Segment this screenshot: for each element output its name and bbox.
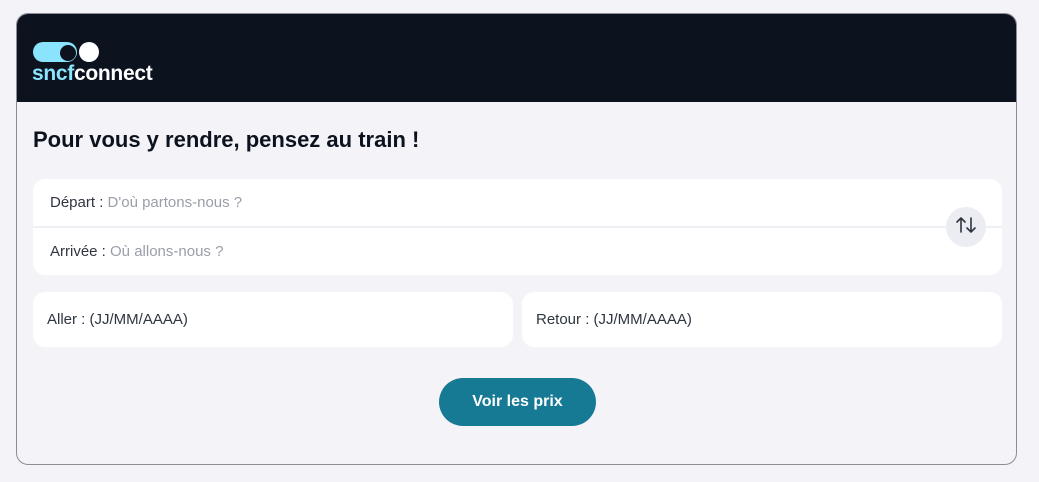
swap-arrows-icon: [955, 216, 977, 239]
destination-label: Arrivée :: [50, 243, 111, 260]
destination-placeholder: Où allons-nous ?: [110, 243, 224, 260]
logo-wordmark: sncfconnect: [32, 61, 153, 87]
sncf-connect-logo[interactable]: sncfconnect: [32, 41, 172, 87]
see-prices-button[interactable]: Voir les prix: [439, 378, 596, 426]
logo-wordmark-sncf: sncf: [32, 62, 74, 85]
origin-placeholder: D'où partons-nous ?: [107, 194, 243, 211]
logo-toggle-knob: [60, 45, 76, 61]
logo-wordmark-connect: connect: [73, 62, 153, 85]
booking-widget: sncfconnect Pour vous y rendre, pensez a…: [16, 13, 1017, 465]
swap-button[interactable]: [946, 207, 986, 247]
return-date-label: Retour : (JJ/MM/AAAA): [536, 311, 692, 328]
origin-label: Départ :: [50, 194, 108, 211]
return-date-field[interactable]: Retour : (JJ/MM/AAAA): [522, 292, 1002, 347]
origin-field[interactable]: Départ : D'où partons-nous ?: [33, 179, 1002, 226]
widget-title: Pour vous y rendre, pensez au train !: [33, 127, 420, 152]
logo-toggle-shape: [33, 42, 77, 62]
header: sncfconnect: [17, 14, 1016, 102]
outbound-date-label: Aller : (JJ/MM/AAAA): [47, 311, 188, 328]
destination-field[interactable]: Arrivée : Où allons-nous ?: [33, 228, 1002, 275]
logo-dot: [79, 42, 99, 62]
outbound-date-field[interactable]: Aller : (JJ/MM/AAAA): [33, 292, 513, 347]
origin-destination-card: Départ : D'où partons-nous ? Arrivée : O…: [33, 179, 1002, 275]
